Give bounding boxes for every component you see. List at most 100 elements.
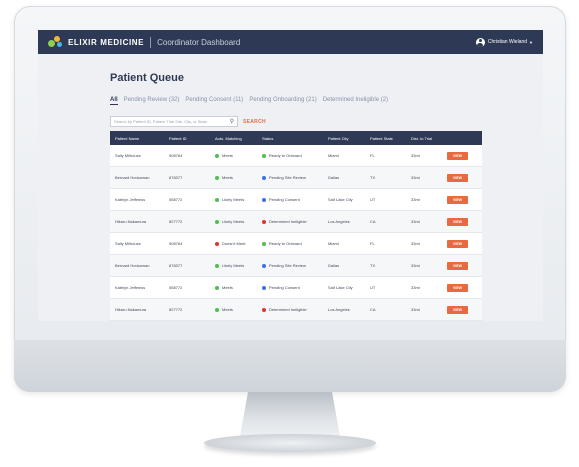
status-dot xyxy=(262,307,266,312)
match-dot xyxy=(215,263,219,268)
imac-mockup: Elixir Medicine Coordinator Dashboard Ch… xyxy=(0,0,579,467)
patient-table: Patient Name Patient ID Auto. Matching S… xyxy=(110,131,482,321)
monitor-stand-base xyxy=(204,434,376,452)
distance-to-trial: 33mi xyxy=(411,175,420,180)
chevron-down-icon: ▼ xyxy=(529,39,533,45)
user-menu[interactable]: Christian Wieland ▼ xyxy=(475,37,533,47)
patient-city: Salt Lake City xyxy=(328,197,353,202)
distance-to-trial: 33mi xyxy=(411,241,420,246)
status-label: Ready to Onboard xyxy=(269,153,302,158)
view-button[interactable]: VIEW xyxy=(447,195,468,204)
view-button[interactable]: VIEW xyxy=(447,305,468,314)
search-button[interactable]: SEARCH xyxy=(243,119,266,125)
patient-state: TX xyxy=(370,175,376,180)
user-avatar-icon xyxy=(475,37,485,47)
table-header: Patient Name Patient ID Auto. Matching S… xyxy=(110,131,482,145)
tab-pending-onboarding[interactable]: Pending Onboarding (21) xyxy=(249,97,316,105)
brand-name: Elixir Medicine xyxy=(68,37,145,47)
status-label: Pending Consent xyxy=(269,285,300,290)
patient-name: Bernard Hodownan xyxy=(115,263,150,268)
view-button[interactable]: VIEW xyxy=(447,173,468,182)
auto-matching: Likely Meets xyxy=(210,219,257,224)
view-cell: VIEW xyxy=(442,151,482,160)
header-auto-matching[interactable]: Auto. Matching xyxy=(210,136,257,141)
search-icon[interactable]: ⚲ xyxy=(230,118,234,125)
tab-determined-ineligible[interactable]: Determined Ineligible (2) xyxy=(323,97,388,105)
search-row: ⚲ SEARCH xyxy=(110,116,543,127)
header-patient-name[interactable]: Patient Name xyxy=(110,136,164,141)
patient-city: Dallas xyxy=(328,175,340,180)
status-dot xyxy=(262,285,266,290)
table-row: Hikaru Nakamura 827772 Likely Meets Dete… xyxy=(110,211,482,233)
header-status[interactable]: Status xyxy=(257,136,323,141)
patient-name: Katelyn Jeffeniss xyxy=(115,285,146,290)
status-label: Determined Ineligible xyxy=(269,307,307,312)
status-dot xyxy=(262,197,266,202)
header-dist-to-trial[interactable]: Dist. to Trial xyxy=(406,136,442,141)
auto-matching: Meets xyxy=(210,285,257,290)
match-label: Meets xyxy=(222,285,233,290)
patient-id: 878377 xyxy=(169,175,183,180)
monitor-chin xyxy=(14,340,566,392)
search-box: ⚲ xyxy=(110,116,238,127)
patient-name: Hikaru Nakamura xyxy=(115,307,147,312)
monitor-stand-neck xyxy=(240,392,340,436)
view-cell: VIEW xyxy=(442,173,482,182)
view-button[interactable]: VIEW xyxy=(447,239,468,248)
match-dot xyxy=(215,307,219,312)
view-cell: VIEW xyxy=(442,305,482,314)
tab-all[interactable]: All xyxy=(110,97,118,105)
table-row: Katelyn Jeffeniss 558772 Meets Pending C… xyxy=(110,277,482,299)
dashboard-subtitle: Coordinator Dashboard xyxy=(157,37,241,47)
match-dot xyxy=(215,219,219,224)
view-cell: VIEW xyxy=(442,217,482,226)
status: Pending Consent xyxy=(257,197,323,202)
match-label: Doesn't Meet xyxy=(222,241,246,246)
patient-id: 908764 xyxy=(169,153,183,158)
status-dot xyxy=(262,219,266,224)
auto-matching: Meets xyxy=(210,153,257,158)
auto-matching: Meets xyxy=(210,307,257,312)
header-patient-city[interactable]: Patient City xyxy=(323,136,365,141)
match-dot xyxy=(215,197,219,202)
table-row: Katelyn Jeffeniss 558772 Likely Meets Pe… xyxy=(110,189,482,211)
status: Pending Site Review xyxy=(257,263,323,268)
patient-city: Salt Lake City xyxy=(328,285,353,290)
view-button[interactable]: VIEW xyxy=(447,151,468,160)
search-input[interactable] xyxy=(114,119,224,124)
view-button[interactable]: VIEW xyxy=(447,283,468,292)
tab-pending-consent[interactable]: Pending Consent (11) xyxy=(185,97,243,105)
header-patient-id[interactable]: Patient ID xyxy=(164,136,210,141)
patient-id: 827772 xyxy=(169,219,183,224)
logo[interactable]: Elixir Medicine xyxy=(48,36,144,48)
patient-id: 558772 xyxy=(169,285,183,290)
screen: Elixir Medicine Coordinator Dashboard Ch… xyxy=(38,30,543,321)
view-button[interactable]: VIEW xyxy=(447,217,468,226)
patient-city: Los Angeles xyxy=(328,307,350,312)
match-dot xyxy=(215,153,219,158)
patient-state: CA xyxy=(370,307,376,312)
main-content: Patient Queue All Pending Review (32) Pe… xyxy=(38,54,543,321)
status: Ready to Onboard xyxy=(257,241,323,246)
patient-id: 558772 xyxy=(169,197,183,202)
patient-state: FL xyxy=(370,153,375,158)
status: Determined Ineligible xyxy=(257,307,323,312)
auto-matching: Likely Meets xyxy=(210,263,257,268)
distance-to-trial: 33mi xyxy=(411,153,420,158)
status-label: Pending Consent xyxy=(269,197,300,202)
table-row: Sally Milhouse 908764 Meets Ready to Onb… xyxy=(110,145,482,167)
status-label: Ready to Onboard xyxy=(269,241,302,246)
distance-to-trial: 33mi xyxy=(411,197,420,202)
status: Pending Site Review xyxy=(257,175,323,180)
user-name: Christian Wieland xyxy=(487,39,528,45)
status-label: Pending Site Review xyxy=(269,263,306,268)
patient-name: Sally Milhouse xyxy=(115,241,141,246)
match-label: Meets xyxy=(222,175,233,180)
patient-city: Los Angeles xyxy=(328,219,350,224)
header-patient-state[interactable]: Patient State xyxy=(365,136,406,141)
status-label: Determined Ineligible xyxy=(269,219,307,224)
view-button[interactable]: VIEW xyxy=(447,261,468,270)
view-cell: VIEW xyxy=(442,261,482,270)
tab-pending-review[interactable]: Pending Review (32) xyxy=(124,97,180,105)
match-dot xyxy=(215,285,219,290)
